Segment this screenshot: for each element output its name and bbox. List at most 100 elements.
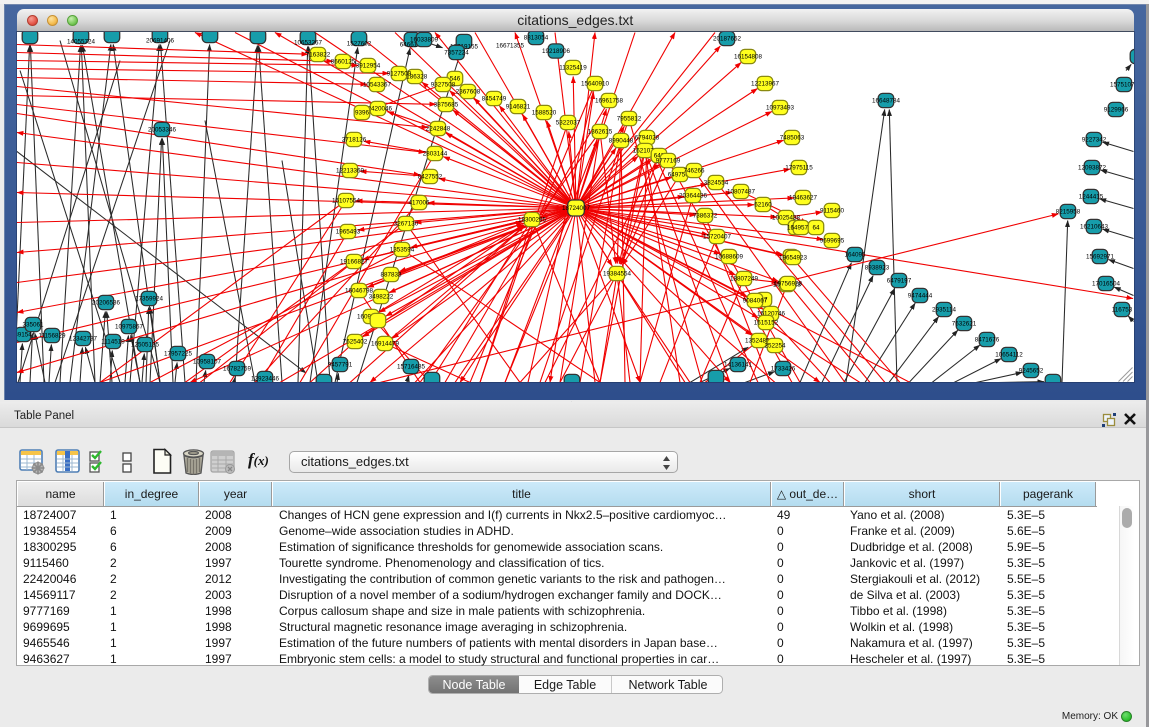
svg-text:1965493: 1965493: [336, 228, 361, 235]
svg-text:7625402: 7625402: [343, 338, 368, 345]
svg-text:8471676: 8471676: [975, 336, 1000, 343]
svg-text:12923446: 12923446: [251, 375, 280, 382]
svg-text:16210643: 16210643: [1080, 223, 1109, 230]
svg-text:9396: 9396: [355, 109, 370, 116]
svg-text:2367608: 2367608: [456, 88, 481, 95]
svg-text:16914479: 16914479: [371, 340, 400, 347]
svg-text:16107554: 16107554: [332, 197, 361, 204]
svg-text:7955812: 7955812: [617, 115, 642, 122]
svg-text:9127509: 9127509: [387, 70, 412, 77]
svg-text:7485063: 7485063: [780, 134, 805, 141]
svg-text:9777169: 9777169: [656, 157, 681, 164]
svg-text:9699695: 9699695: [820, 237, 845, 244]
svg-text:417006: 417006: [408, 199, 430, 206]
svg-text:15720407: 15720407: [703, 233, 732, 240]
svg-text:16154808: 16154808: [734, 53, 763, 60]
svg-text:9115460: 9115460: [820, 207, 845, 214]
svg-text:18300295: 18300295: [518, 216, 547, 223]
svg-text:19384554: 19384554: [603, 270, 632, 277]
svg-text:17016504: 17016504: [1092, 280, 1121, 287]
svg-text:252254: 252254: [764, 342, 786, 349]
svg-text:9146821: 9146821: [506, 103, 531, 110]
svg-text:62160: 62160: [754, 201, 772, 208]
svg-text:12342737: 12342737: [69, 335, 98, 342]
svg-text:2803144: 2803144: [423, 150, 448, 157]
svg-text:3824554: 3824554: [704, 179, 729, 186]
svg-text:1527602: 1527602: [347, 40, 372, 47]
svg-text:19654923: 19654923: [779, 254, 808, 261]
svg-text:8813054: 8813054: [524, 34, 549, 41]
svg-text:7163822: 7163822: [306, 51, 331, 58]
svg-text:6794028: 6794028: [635, 134, 660, 141]
svg-text:9084067: 9084067: [743, 297, 768, 304]
svg-text:17359924: 17359924: [135, 295, 164, 302]
svg-text:15751074: 15751074: [1110, 81, 1134, 88]
svg-text:20206536: 20206536: [92, 299, 121, 306]
svg-text:8660125: 8660125: [331, 58, 356, 65]
svg-text:16648784: 16648784: [872, 97, 901, 104]
svg-text:2718126: 2718126: [342, 136, 367, 143]
svg-text:1615152: 1615152: [754, 319, 779, 326]
svg-text:12213967: 12213967: [751, 80, 780, 87]
svg-text:7357224: 7357224: [444, 49, 469, 56]
svg-text:19166827: 19166827: [340, 258, 369, 265]
svg-text:1588520: 1588520: [532, 109, 557, 116]
svg-text:8938923: 8938923: [865, 264, 890, 271]
svg-text:10688609: 10688609: [715, 253, 744, 260]
svg-text:19218906: 19218906: [542, 48, 571, 55]
svg-text:20364436: 20364436: [679, 192, 708, 199]
svg-text:2935114: 2935114: [932, 306, 957, 313]
svg-text:10958107: 10958107: [193, 358, 222, 365]
svg-text:3498222: 3498222: [369, 293, 394, 300]
svg-text:15716485: 15716485: [397, 363, 426, 370]
svg-text:7632621: 7632621: [952, 320, 977, 327]
svg-text:9129966: 9129966: [1104, 106, 1129, 113]
svg-text:39154: 39154: [17, 331, 32, 338]
svg-text:8215958: 8215958: [1056, 208, 1081, 215]
svg-text:12093872: 12093872: [1078, 164, 1107, 171]
svg-text:18724007: 18724007: [562, 205, 591, 212]
svg-text:18807249: 18807249: [730, 275, 759, 282]
svg-text:887833: 887833: [380, 271, 402, 278]
svg-text:14055724: 14055724: [67, 38, 96, 45]
svg-text:1114519: 1114519: [101, 338, 125, 345]
svg-text:11156829: 11156829: [38, 332, 66, 339]
svg-text:335061: 335061: [22, 321, 44, 328]
svg-text:1733426: 1733426: [771, 365, 796, 372]
svg-text:14136141: 14136141: [724, 361, 753, 368]
svg-text:16961758: 16961758: [595, 97, 624, 104]
svg-text:16782759: 16782759: [223, 365, 252, 372]
svg-text:9474444: 9474444: [908, 292, 933, 299]
svg-text:11325419: 11325419: [559, 64, 587, 71]
svg-text:16033809: 16033809: [410, 36, 439, 43]
svg-text:3267130: 3267130: [394, 220, 419, 227]
svg-text:10654112: 10654112: [995, 351, 1023, 358]
svg-text:12213369: 12213369: [336, 167, 365, 174]
svg-text:20053346: 20053346: [148, 126, 177, 133]
svg-text:20691406: 20691406: [146, 37, 175, 44]
svg-text:19756928: 19756928: [774, 280, 803, 287]
svg-text:5322037: 5322037: [556, 119, 581, 126]
svg-text:10973493: 10973493: [766, 104, 795, 111]
svg-text:10975867: 10975867: [115, 323, 144, 330]
svg-text:17975115: 17975115: [785, 164, 813, 171]
svg-text:9457791: 9457791: [328, 361, 353, 368]
svg-text:3875685: 3875685: [434, 101, 459, 108]
svg-text:10653267: 10653267: [294, 39, 323, 46]
svg-text:64: 64: [812, 224, 820, 231]
svg-text:9227342: 9227342: [1082, 136, 1107, 143]
svg-text:7386372: 7386372: [693, 212, 718, 219]
svg-text:164095: 164095: [844, 251, 866, 258]
svg-text:1244415: 1244415: [1079, 193, 1104, 200]
svg-text:15640910: 15640910: [581, 80, 610, 87]
svg-text:15692971: 15692971: [1086, 253, 1115, 260]
svg-text:1353594: 1353594: [390, 246, 415, 253]
svg-text:8990448: 8990448: [609, 137, 634, 144]
svg-text:8454749: 8454749: [482, 95, 507, 102]
svg-text:8427552: 8427552: [418, 173, 443, 180]
svg-text:9245652: 9245652: [1019, 367, 1044, 374]
svg-text:2242848: 2242848: [426, 125, 451, 132]
svg-text:1362615: 1362615: [588, 128, 613, 135]
svg-text:116753: 116753: [1112, 306, 1133, 313]
svg-text:10543367: 10543367: [363, 81, 392, 88]
